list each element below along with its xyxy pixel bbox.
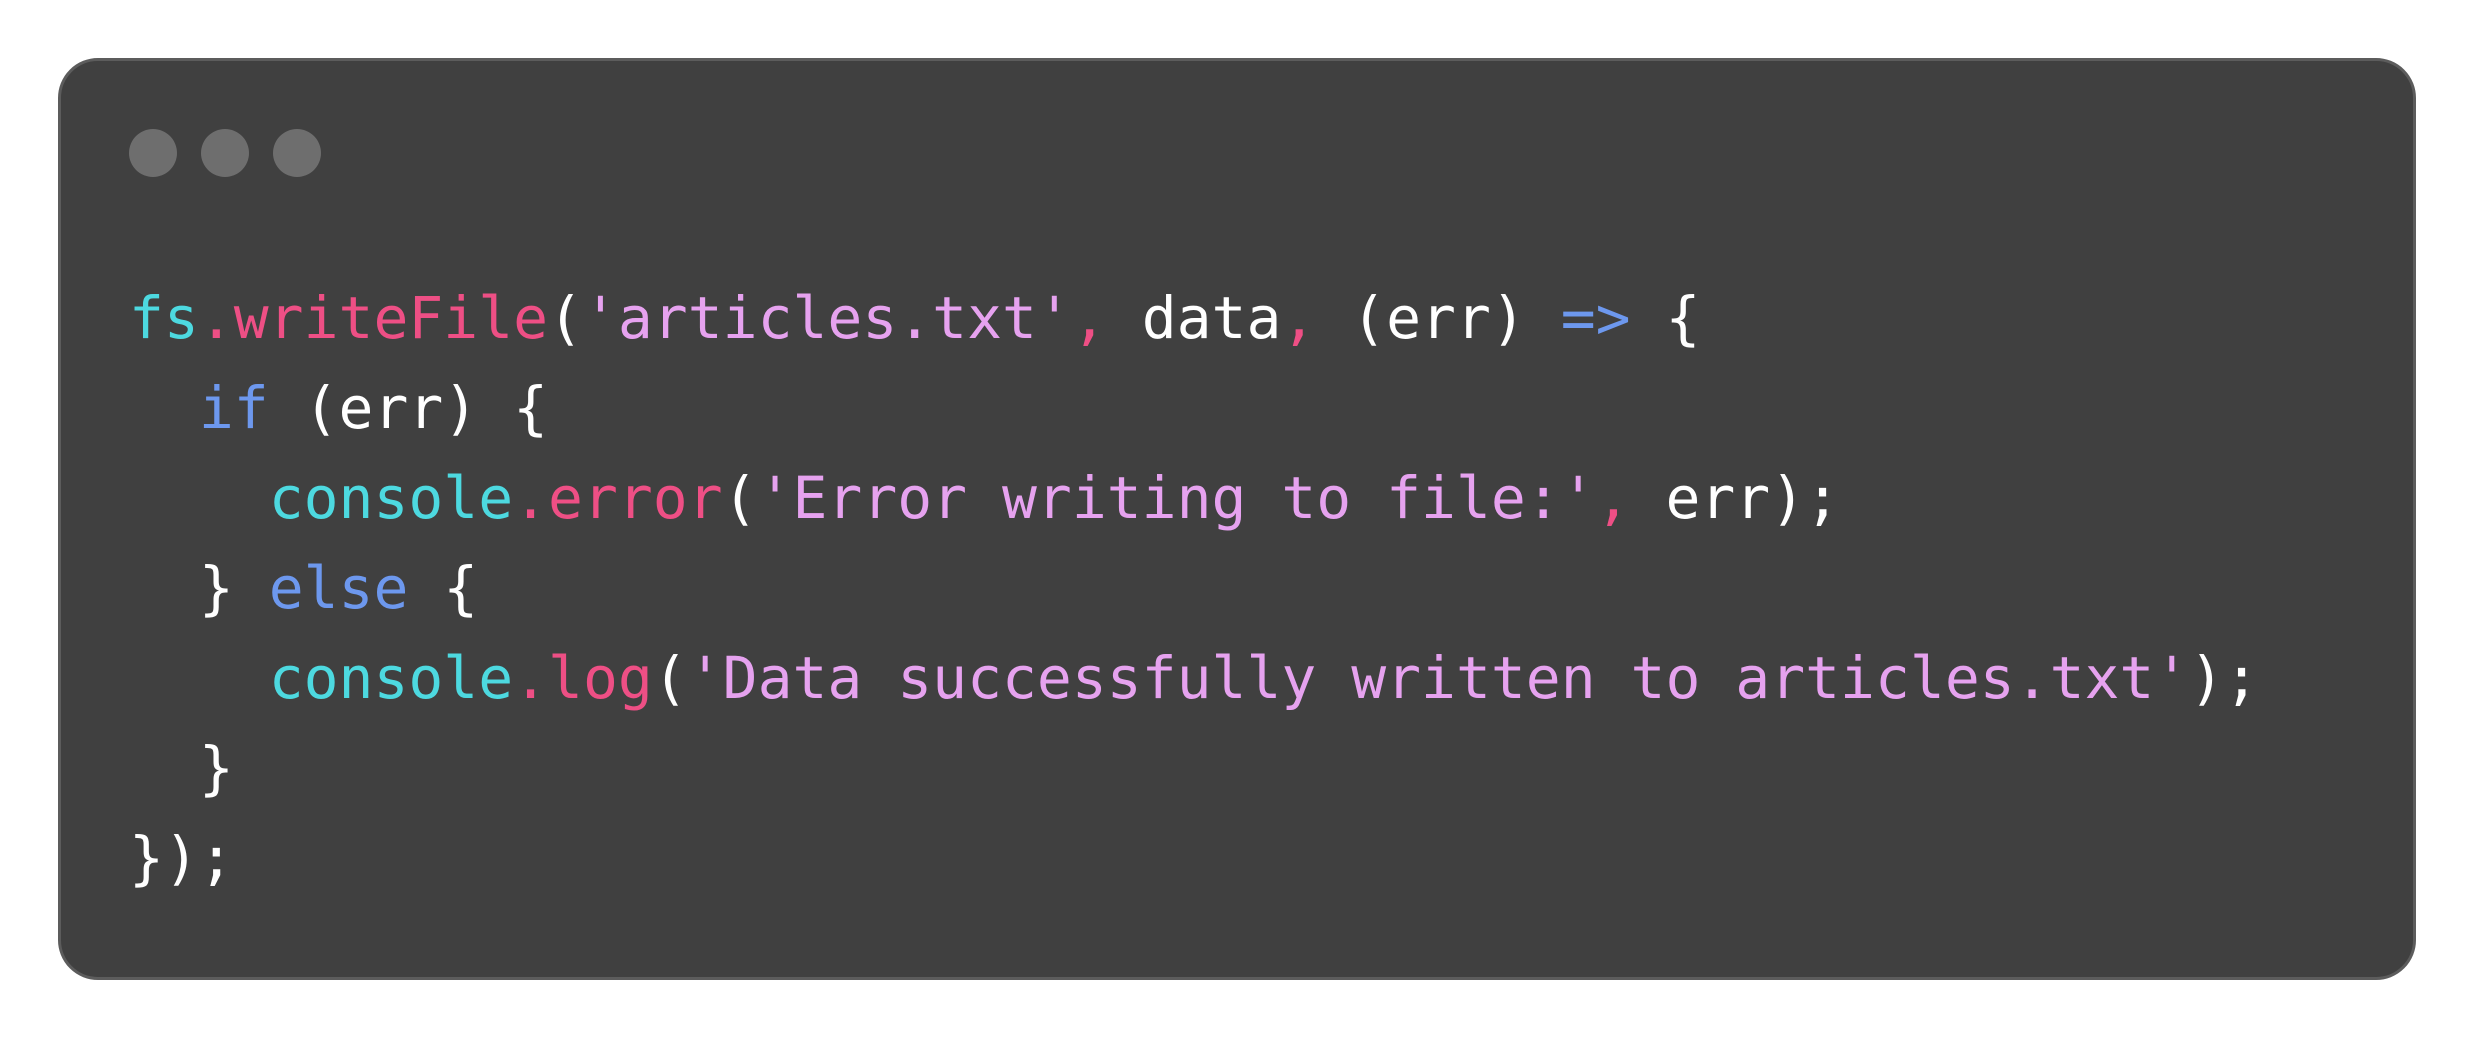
code-token-plain: ); bbox=[2189, 644, 2260, 712]
code-token-plain: ( bbox=[548, 284, 583, 352]
code-block: fs.writeFile('articles.txt', data, (err)… bbox=[129, 273, 2259, 903]
code-line: console.error('Error writing to file:', … bbox=[129, 453, 2259, 543]
code-window: fs.writeFile('articles.txt', data, (err)… bbox=[58, 58, 2416, 980]
window-dot bbox=[201, 129, 249, 177]
code-token-obj: fs bbox=[129, 284, 199, 352]
code-line: console.log('Data successfully written t… bbox=[129, 633, 2259, 723]
code-token-plain: { bbox=[1630, 284, 1701, 352]
code-token-kw: => bbox=[1560, 284, 1631, 352]
code-token-plain: { bbox=[408, 554, 479, 622]
code-token-str: 'Error writing to file:' bbox=[757, 464, 1596, 532]
code-line: } else { bbox=[129, 543, 2259, 633]
code-token-plain: data bbox=[1141, 284, 1282, 352]
code-line: fs.writeFile('articles.txt', data, (err)… bbox=[129, 273, 2259, 363]
code-token-plain: ( bbox=[722, 464, 758, 532]
code-token-plain: err); bbox=[1665, 464, 1841, 532]
code-token-kw: if bbox=[198, 374, 269, 442]
window-controls bbox=[129, 129, 321, 177]
code-token-fn: , bbox=[1595, 464, 1666, 532]
code-token-fn: .writeFile bbox=[198, 284, 549, 352]
code-token-plain: } bbox=[129, 554, 269, 622]
code-token-obj: console bbox=[268, 464, 514, 532]
code-token-plain: (err) bbox=[1351, 284, 1561, 352]
code-token-obj: console bbox=[268, 644, 514, 712]
code-token-str: 'articles.txt' bbox=[582, 284, 1072, 352]
code-token-str: 'Data successfully written to articles.t… bbox=[687, 644, 2190, 712]
code-token-plain: }); bbox=[129, 824, 234, 892]
window-dot bbox=[129, 129, 177, 177]
window-dot bbox=[273, 129, 321, 177]
code-token-fn: .log bbox=[513, 644, 653, 712]
code-line: } bbox=[129, 723, 2259, 813]
code-token-plain: (err) { bbox=[268, 374, 549, 442]
code-token-fn: , bbox=[1071, 284, 1142, 352]
code-line: }); bbox=[129, 813, 2259, 903]
code-token-fn: , bbox=[1281, 284, 1352, 352]
code-token-fn: .error bbox=[513, 464, 723, 532]
code-token-plain: ( bbox=[652, 644, 688, 712]
code-line: if (err) { bbox=[129, 363, 2259, 453]
code-token-kw: else bbox=[268, 554, 409, 622]
code-token-plain: } bbox=[129, 734, 234, 802]
